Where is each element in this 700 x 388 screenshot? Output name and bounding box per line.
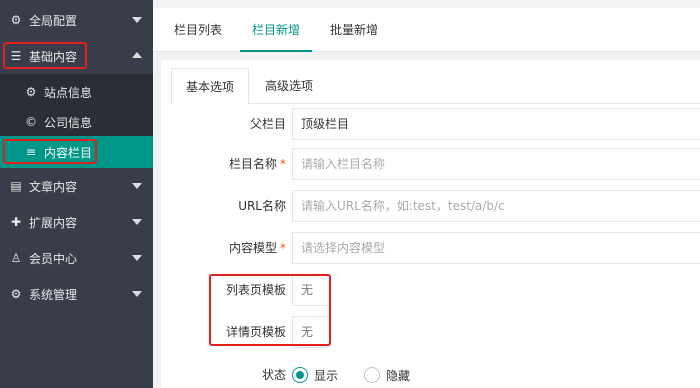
sliders-icon: ☰ — [10, 49, 22, 63]
radio-hide[interactable] — [364, 367, 381, 383]
chevron-down-icon — [132, 291, 142, 297]
form-row-status: 状态 显示 隐藏 — [161, 359, 700, 388]
radio-show[interactable] — [292, 367, 308, 383]
form-row-url: URL名称 请输入URL名称，如:test，test/a/b/c — [161, 190, 700, 222]
status-label: 状态 — [261, 368, 286, 382]
radio-show-label[interactable]: 显示 — [314, 367, 338, 384]
name-input[interactable]: 请输入栏目名称 — [292, 148, 700, 180]
url-input[interactable]: 请输入URL名称，如:test，test/a/b/c — [292, 190, 700, 222]
chevron-down-icon — [132, 255, 142, 261]
form-row-name: 栏目名称 * 请输入栏目名称 — [161, 148, 700, 180]
form-row-list-template: 列表页模板 无 — [161, 274, 700, 306]
sidebar-item-global-config[interactable]: ⚙ 全局配置 — [0, 2, 153, 38]
tab-column-list[interactable]: 栏目列表 — [167, 8, 229, 52]
parent-select[interactable]: 顶级栏目 — [292, 108, 700, 140]
parent-label: 父栏目 — [249, 117, 286, 131]
tab-basic-options[interactable]: 基本选项 — [171, 68, 249, 105]
main-content: 栏目列表 栏目新增 批量新增 基本选项 高级选项 父栏目 顶级栏目 栏目名称 * … — [153, 0, 700, 388]
top-strip — [153, 0, 700, 8]
url-label: URL名称 — [238, 199, 286, 213]
user-icon: ♙ — [10, 251, 22, 265]
list-template-select[interactable]: 无 — [292, 274, 330, 306]
sidebar-item-system-management[interactable]: ⚙ 系统管理 — [0, 276, 153, 312]
gear-icon: ⚙ — [10, 13, 22, 27]
required-mark: * — [280, 241, 286, 255]
sidebar: ⚙ 全局配置 ☰ 基础内容 ⚙ 站点信息 © 公司信息 ≡ 内容栏目 ▤ 文章内… — [0, 0, 153, 388]
tab-advanced-options[interactable]: 高级选项 — [253, 68, 325, 104]
sidebar-item-extended-content[interactable]: ✚ 扩展内容 — [0, 204, 153, 240]
required-mark: * — [280, 157, 286, 171]
chevron-down-icon — [132, 219, 142, 225]
gear-icon: ⚙ — [25, 85, 37, 99]
sidebar-item-company-info[interactable]: © 公司信息 — [0, 104, 153, 140]
radio-hide-label[interactable]: 隐藏 — [386, 367, 410, 384]
name-label: 栏目名称 * — [228, 157, 286, 171]
list-icon: ≡ — [25, 145, 37, 159]
copyright-icon: © — [25, 115, 37, 129]
list-template-label: 列表页模板 — [225, 283, 286, 297]
sidebar-item-member-center[interactable]: ♙ 会员中心 — [0, 240, 153, 276]
form-row-detail-template: 详情页模板 无 — [161, 316, 700, 348]
model-label: 内容模型 * — [228, 241, 286, 255]
sidebar-item-article-content[interactable]: ▤ 文章内容 — [0, 168, 153, 204]
chevron-up-icon — [132, 52, 142, 58]
tab-batch-add[interactable]: 批量新增 — [323, 8, 385, 52]
chevron-down-icon — [132, 183, 142, 189]
form-row-parent: 父栏目 顶级栏目 — [161, 108, 700, 140]
tab-column-add[interactable]: 栏目新增 — [240, 8, 312, 52]
detail-template-select[interactable]: 无 — [292, 316, 330, 348]
panel-tabs: 基本选项 高级选项 — [171, 68, 700, 105]
chevron-down-icon — [132, 17, 142, 23]
header-tabs: 栏目列表 栏目新增 批量新增 — [153, 8, 700, 52]
sidebar-item-basic-content[interactable]: ☰ 基础内容 — [0, 38, 153, 74]
model-select[interactable]: 请选择内容模型 — [292, 232, 700, 264]
document-icon: ▤ — [10, 179, 22, 193]
puzzle-icon: ✚ — [10, 215, 22, 229]
detail-template-label: 详情页模板 — [225, 325, 286, 339]
form-row-model: 内容模型 * 请选择内容模型 — [161, 232, 700, 264]
gear-icon: ⚙ — [10, 287, 22, 301]
sidebar-item-content-columns[interactable]: ≡ 内容栏目 — [0, 136, 153, 168]
form-panel: 基本选项 高级选项 父栏目 顶级栏目 栏目名称 * 请输入栏目名称 URL名称 请… — [161, 60, 700, 388]
status-radio-group: 显示 隐藏 — [292, 359, 436, 388]
